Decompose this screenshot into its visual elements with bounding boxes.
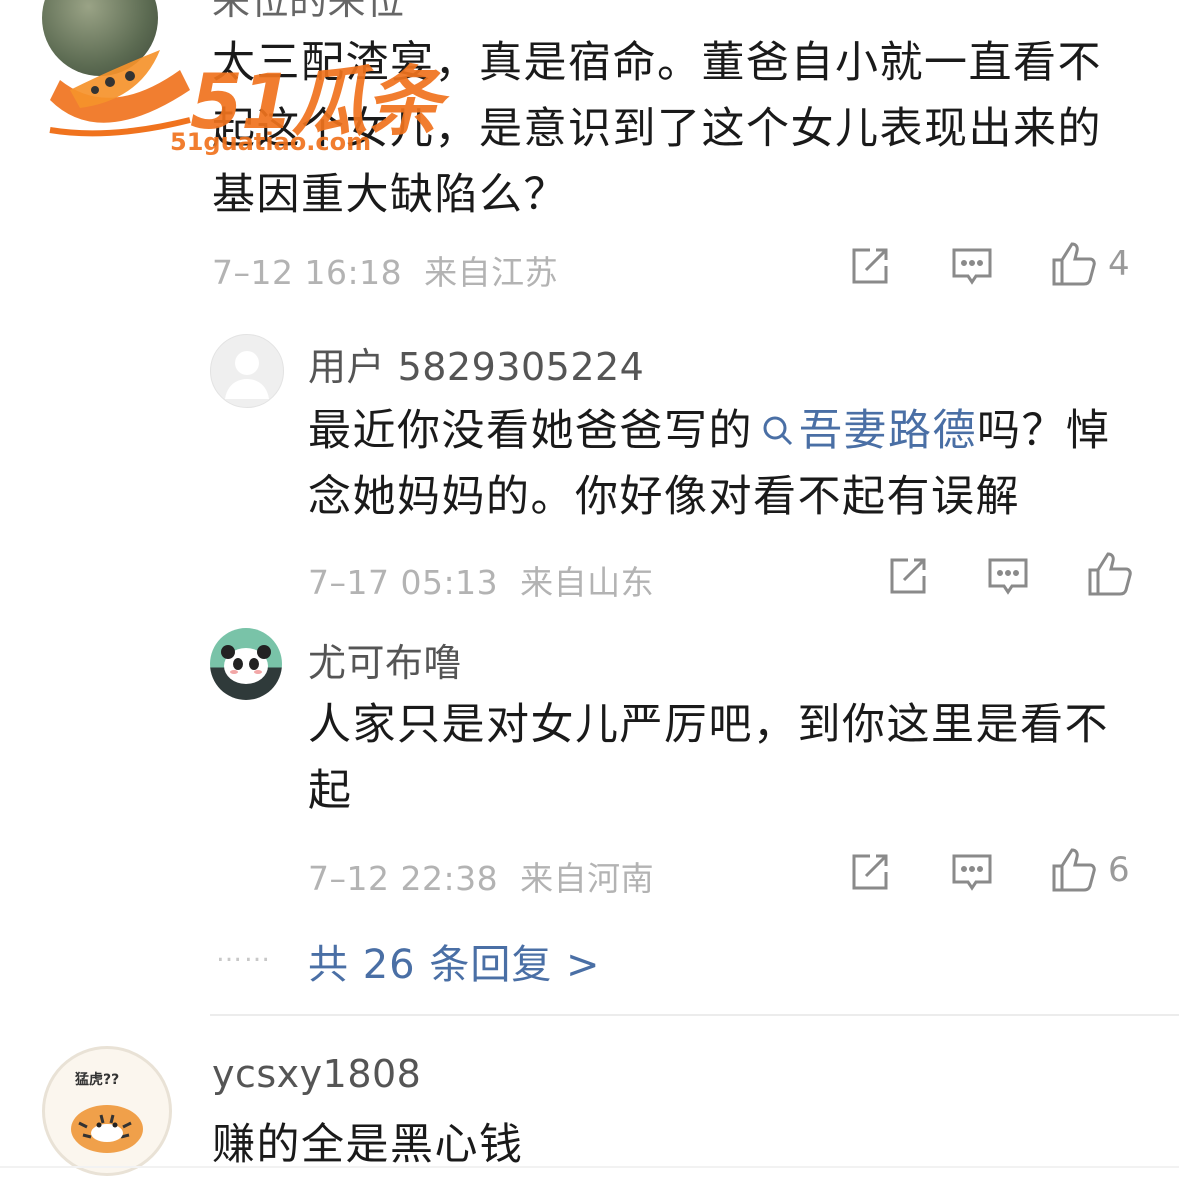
watermark-url: 51guatiao.com	[170, 128, 372, 156]
reply-meta: 7–17 05:13 来自山东	[308, 556, 654, 604]
comment-icon	[988, 558, 1028, 595]
comment-location: 来自江苏	[424, 253, 559, 292]
panda-avatar-icon	[221, 645, 271, 684]
more-dots: ……	[216, 938, 272, 968]
reply-time: 7–17 05:13	[308, 563, 499, 602]
site-watermark: 51瓜条 51guatiao.com	[40, 30, 460, 160]
share-icon	[852, 248, 888, 284]
reply-text: 最近你没看她爸爸写的 吾妻路德吗？悼 念她妈妈的。你好像对看不起有误解	[308, 398, 1138, 530]
reply-location: 来自山东	[520, 563, 655, 602]
comment-time: 7–12 16:18	[212, 253, 403, 292]
reply-button[interactable]	[986, 554, 1030, 598]
comment-text: 赚的全是黑心钱	[212, 1120, 524, 1170]
comment-text-line: 基因重大缺陷么？	[212, 170, 568, 220]
comment-username[interactable]: ycsxy1808	[212, 1052, 421, 1096]
like-icon	[1052, 242, 1096, 286]
reply-username[interactable]: 尤可布噜	[308, 632, 462, 687]
reply-text-line: 起	[308, 766, 353, 816]
reply-text: 人家只是对女儿严厉吧，到你这里是看不 起	[308, 692, 1138, 824]
reply-username[interactable]: 用户 5829305224	[308, 336, 644, 391]
reply-button[interactable]	[950, 244, 994, 288]
like-icon	[1088, 552, 1132, 596]
comment-divider	[210, 1014, 1179, 1016]
reply-meta: 7–12 22:38 来自河南	[308, 852, 654, 900]
search-icon	[763, 416, 793, 446]
topic-link[interactable]: 吾妻路德	[753, 406, 977, 456]
like-count: 4	[1108, 244, 1130, 284]
reply-text-segment: 最近你没看她爸爸写的	[308, 406, 753, 456]
reply-text-line: 人家只是对女儿严厉吧，到你这里是看不	[308, 700, 1109, 750]
share-icon	[890, 558, 926, 594]
share-button[interactable]	[848, 850, 892, 894]
topic-label: 吾妻路德	[799, 406, 977, 456]
like-button[interactable]: 4	[1050, 240, 1130, 288]
comment-meta: 7–12 16:18 来自江苏	[212, 246, 558, 294]
reply-avatar[interactable]	[210, 334, 284, 408]
bottom-divider	[0, 1166, 1179, 1168]
reply-button[interactable]	[950, 850, 994, 894]
like-button[interactable]: 6	[1050, 846, 1130, 894]
share-button[interactable]	[886, 554, 930, 598]
like-icon	[1052, 848, 1096, 892]
share-icon	[852, 854, 888, 890]
commenter-avatar[interactable]: 猛虎??	[42, 1046, 172, 1176]
comment-icon	[952, 248, 992, 285]
reply-avatar[interactable]	[210, 628, 282, 700]
share-button[interactable]	[848, 244, 892, 288]
comment-icon	[952, 854, 992, 891]
comment-username[interactable]: 来位的来位	[212, 0, 405, 25]
tiger-avatar-icon	[71, 1105, 143, 1153]
default-avatar-icon	[225, 351, 269, 399]
reply-time: 7–12 22:38	[308, 859, 499, 898]
reply-text-segment: 吗？悼	[977, 406, 1111, 456]
view-all-replies-link[interactable]: 共 26 条回复 >	[308, 932, 601, 990]
reply-text-line: 念她妈妈的。你好像对看不起有误解	[308, 472, 1020, 522]
like-button[interactable]	[1086, 550, 1144, 598]
like-count: 6	[1108, 850, 1130, 890]
avatar-caption: 猛虎??	[75, 1072, 120, 1088]
reply-location: 来自河南	[520, 859, 655, 898]
